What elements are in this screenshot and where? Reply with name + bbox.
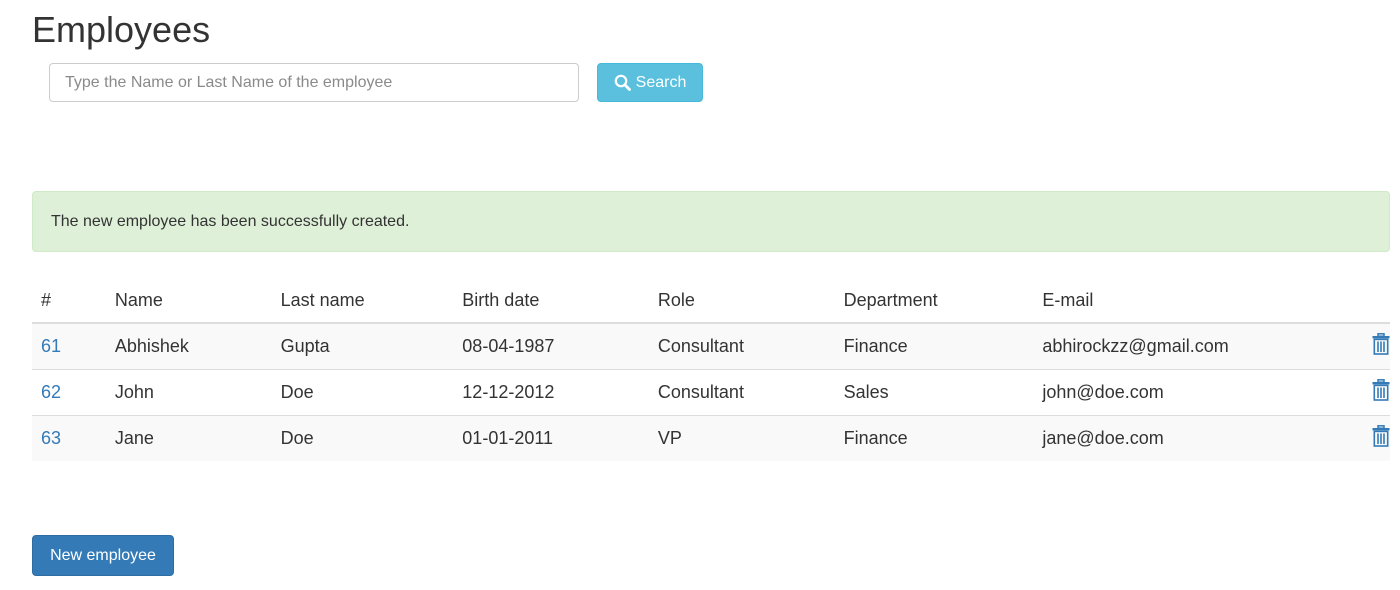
search-icon: [614, 74, 631, 91]
header-department: Department: [834, 278, 1034, 324]
cell-birth-date: 01-01-2011: [453, 415, 649, 461]
cell-last-name: Doe: [271, 369, 454, 416]
cell-name: Jane: [105, 415, 272, 461]
cell-name: John: [105, 369, 272, 416]
table-row: 62 John Doe 12-12-2012 Consultant Sales …: [32, 369, 1390, 416]
cell-department: Finance: [834, 322, 1034, 370]
header-name: Name: [105, 278, 272, 324]
header-last-name: Last name: [271, 278, 454, 324]
cell-id: 61: [32, 322, 106, 370]
cell-actions: [1372, 369, 1390, 416]
success-alert: The new employee has been successfully c…: [32, 191, 1390, 252]
cell-email: john@doe.com: [1033, 369, 1372, 416]
cell-actions: [1372, 322, 1390, 370]
search-button[interactable]: Search: [597, 63, 703, 102]
trash-icon[interactable]: [1372, 333, 1390, 355]
cell-email: abhirockzz@gmail.com: [1033, 322, 1372, 370]
success-alert-message: The new employee has been successfully c…: [51, 212, 410, 230]
cell-id: 62: [32, 369, 106, 416]
trash-icon[interactable]: [1372, 425, 1390, 447]
header-role: Role: [648, 278, 835, 324]
search-input[interactable]: [49, 63, 579, 102]
cell-last-name: Doe: [271, 415, 454, 461]
cell-actions: [1372, 415, 1390, 461]
cell-role: Consultant: [648, 322, 835, 370]
trash-icon[interactable]: [1372, 379, 1390, 401]
employee-id-link[interactable]: 62: [41, 382, 61, 402]
header-birth-date: Birth date: [453, 278, 649, 324]
table-row: 61 Abhishek Gupta 08-04-1987 Consultant …: [32, 322, 1390, 370]
cell-department: Finance: [834, 415, 1034, 461]
cell-last-name: Gupta: [271, 322, 454, 370]
employee-id-link[interactable]: 61: [41, 336, 61, 356]
page-title: Employees: [32, 9, 211, 50]
table-header-row: # Name Last name Birth date Role Departm…: [32, 278, 1390, 324]
cell-role: VP: [648, 415, 835, 461]
search-button-label: Search: [635, 73, 687, 91]
cell-birth-date: 12-12-2012: [453, 369, 649, 416]
table-row: 63 Jane Doe 01-01-2011 VP Finance jane@d…: [32, 415, 1390, 461]
header-actions: [1372, 278, 1390, 324]
cell-email: jane@doe.com: [1033, 415, 1372, 461]
employees-table: # Name Last name Birth date Role Departm…: [32, 278, 1390, 461]
cell-name: Abhishek: [105, 322, 272, 370]
cell-id: 63: [32, 415, 106, 461]
employee-id-link[interactable]: 63: [41, 428, 61, 448]
new-employee-button[interactable]: New employee: [32, 535, 174, 576]
employees-page: Employees Search The new employee has be…: [0, 0, 1400, 590]
cell-role: Consultant: [648, 369, 835, 416]
header-email: E-mail: [1033, 278, 1372, 324]
header-id: #: [32, 278, 106, 324]
cell-birth-date: 08-04-1987: [453, 322, 649, 370]
cell-department: Sales: [834, 369, 1034, 416]
